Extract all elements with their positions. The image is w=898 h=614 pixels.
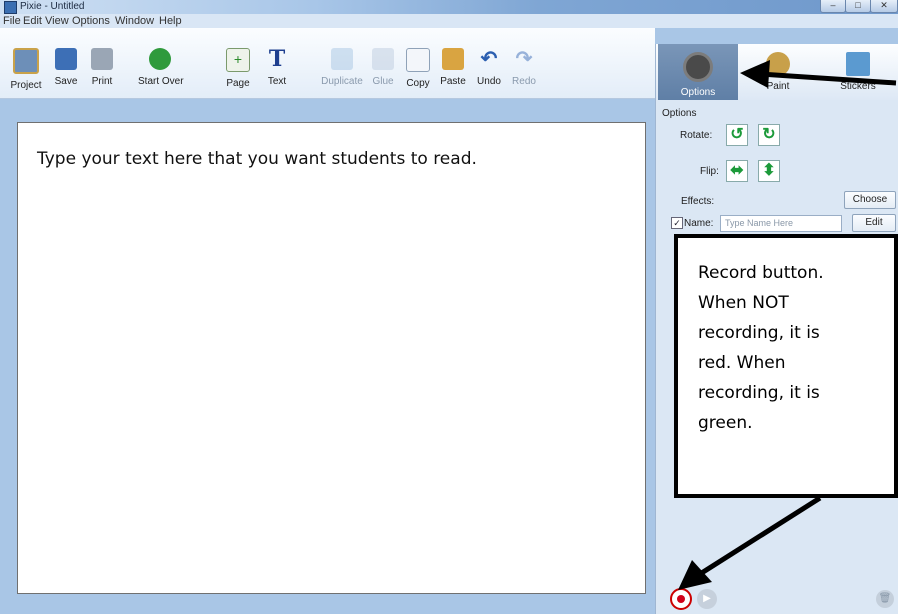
arrow-to-options-tab: [740, 60, 897, 88]
arrow-to-record-button: [678, 495, 822, 590]
annotation-arrows: [678, 60, 897, 590]
